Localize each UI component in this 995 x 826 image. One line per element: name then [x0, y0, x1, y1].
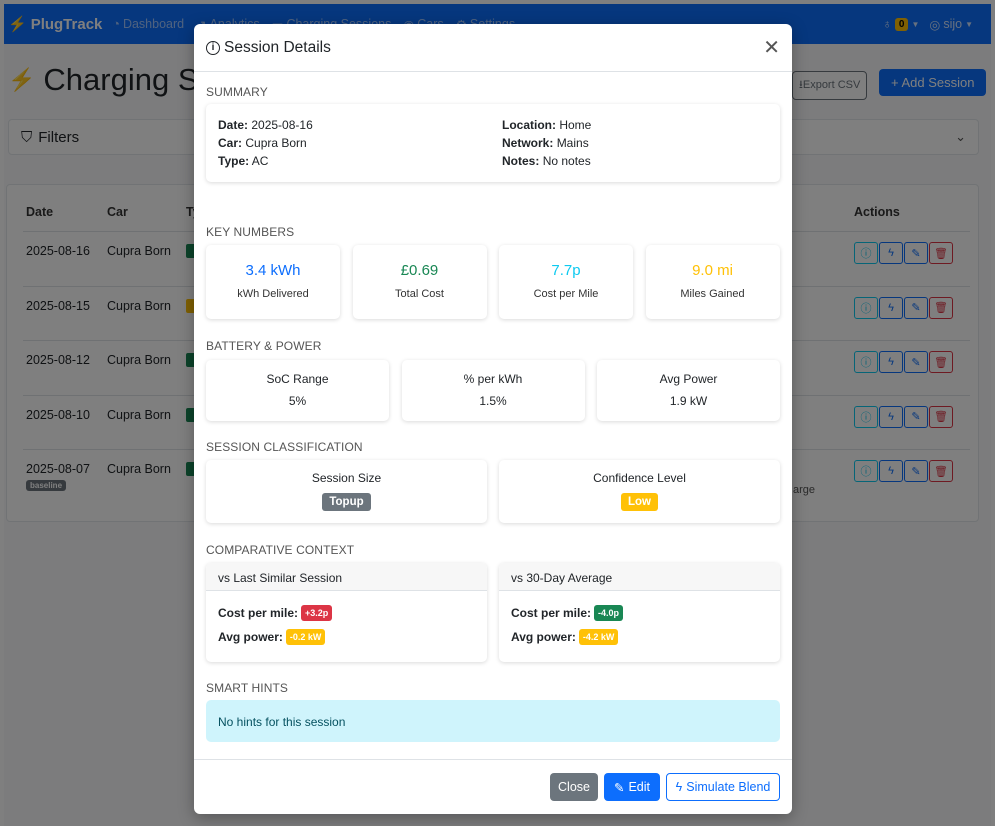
confidence-badge: Low: [621, 493, 658, 511]
session-details-modal: i Session Details ✕ SUMMARY Date: 2025-0…: [194, 24, 792, 814]
close-icon[interactable]: ✕: [763, 38, 780, 58]
key-number-value: 9.0 mi: [692, 262, 733, 279]
edit-label: Edit: [628, 780, 651, 794]
pencil-icon: ✎: [613, 780, 625, 795]
session-size-label: Session Size: [311, 471, 382, 485]
classification-section-label: SESSION CLASSIFICATION: [206, 440, 363, 454]
key-number-label: Cost per Mile: [533, 288, 599, 300]
summary-card: Date: 2025-08-16 Car: Cupra Born Type: A…: [206, 104, 780, 182]
compare-last-power-key: Avg power:: [218, 630, 283, 644]
summary-notes-value: No notes: [542, 154, 591, 168]
compare-last-cost: Cost per mile: +3.2p: [218, 605, 333, 621]
summary-location-key: Location:: [502, 118, 556, 132]
modal-title: i Session Details: [206, 39, 331, 57]
key-number-card: 3.4 kWh kWh Delivered: [206, 245, 340, 319]
key-number-card: 9.0 mi Miles Gained: [645, 245, 780, 319]
info-circle-icon: i: [206, 40, 220, 55]
compare-30day-power-badge: -4.2 kW: [578, 629, 619, 645]
key-number-card: 7.7p Cost per Mile: [499, 245, 633, 319]
summary-section-label: SUMMARY: [206, 85, 268, 99]
key-number-value: 3.4 kWh: [245, 262, 301, 279]
close-button[interactable]: Close: [550, 773, 598, 801]
summary-car: Car: Cupra Born: [218, 134, 313, 152]
comparative-section-label: COMPARATIVE CONTEXT: [206, 543, 355, 557]
battery-metric-label: SoC Range: [266, 372, 329, 386]
battery-metric-label: % per kWh: [463, 372, 523, 386]
compare-last-cost-badge: +3.2p: [301, 605, 333, 621]
compare-last-card: vs Last Similar Session Cost per mile: +…: [206, 563, 487, 662]
compare-30day-cost-key: Cost per mile:: [511, 606, 592, 620]
edit-button[interactable]: ✎ Edit: [604, 773, 660, 801]
key-number-value: £0.69: [400, 262, 439, 279]
session-size-badge: Topup: [322, 493, 371, 511]
summary-car-value: Cupra Born: [245, 136, 307, 150]
battery-metric-value: 1.9 kW: [669, 394, 708, 408]
compare-30day-power: Avg power: -4.2 kW: [511, 629, 619, 645]
lightning-icon: ϟ: [675, 780, 683, 794]
key-number-label: kWh Delivered: [237, 288, 309, 300]
battery-metric-value: 1.5%: [479, 394, 507, 408]
battery-metric-card: % per kWh 1.5%: [401, 360, 585, 421]
compare-last-title: vs Last Similar Session: [206, 563, 487, 591]
battery-metric-value: 5%: [288, 394, 307, 408]
summary-network-key: Network:: [502, 136, 554, 150]
summary-network-value: Mains: [556, 136, 589, 150]
session-size-card: Session Size Topup: [206, 460, 487, 523]
summary-left: Date: 2025-08-16 Car: Cupra Born Type: A…: [218, 116, 313, 170]
summary-notes-key: Notes:: [502, 154, 540, 168]
summary-car-key: Car:: [218, 136, 243, 150]
confidence-label: Confidence Level: [593, 471, 686, 485]
simulate-blend-button[interactable]: ϟ Simulate Blend: [666, 773, 780, 801]
summary-type-value: AC: [251, 154, 269, 168]
modal-footer: Close ✎ Edit ϟ Simulate Blend: [194, 759, 792, 814]
compare-30day-cost: Cost per mile: -4.0p: [511, 605, 624, 621]
summary-location: Location: Home: [502, 116, 591, 134]
summary-notes: Notes: No notes: [502, 152, 591, 170]
summary-date: Date: 2025-08-16: [218, 116, 313, 134]
key-number-label: Miles Gained: [680, 288, 745, 300]
compare-30day-power-key: Avg power:: [511, 630, 576, 644]
summary-date-key: Date:: [218, 118, 249, 132]
summary-type: Type: AC: [218, 152, 313, 170]
compare-30day-cost-badge: -4.0p: [594, 605, 624, 621]
battery-metric-label: Avg Power: [659, 372, 718, 386]
compare-30day-card: vs 30-Day Average Cost per mile: -4.0p A…: [499, 563, 780, 662]
modal-title-text: Session Details: [224, 38, 331, 56]
modal-body: SUMMARY Date: 2025-08-16 Car: Cupra Born…: [194, 72, 792, 759]
summary-location-value: Home: [559, 118, 592, 132]
compare-30day-title: vs 30-Day Average: [499, 563, 780, 591]
compare-last-power: Avg power: -0.2 kW: [218, 629, 326, 645]
simulate-label: Simulate Blend: [686, 780, 771, 794]
battery-metric-card: SoC Range 5%: [206, 360, 389, 421]
summary-date-value: 2025-08-16: [251, 118, 313, 132]
confidence-card: Confidence Level Low: [499, 460, 780, 523]
summary-network: Network: Mains: [502, 134, 591, 152]
battery-section-label: BATTERY & POWER: [206, 339, 322, 353]
battery-metric-card: Avg Power 1.9 kW: [597, 360, 780, 421]
compare-last-power-badge: -0.2 kW: [285, 629, 326, 645]
key-number-label: Total Cost: [395, 288, 444, 300]
key-number-card: £0.69 Total Cost: [352, 245, 487, 319]
key-numbers-section-label: KEY NUMBERS: [206, 225, 295, 239]
key-number-value: 7.7p: [551, 262, 581, 279]
hints-section-label: SMART HINTS: [206, 681, 289, 695]
compare-last-cost-key: Cost per mile:: [218, 606, 299, 620]
hints-alert: No hints for this session: [206, 700, 780, 742]
summary-right: Location: Home Network: Mains Notes: No …: [502, 116, 591, 170]
summary-type-key: Type:: [218, 154, 250, 168]
modal-header: i Session Details ✕: [194, 24, 792, 72]
